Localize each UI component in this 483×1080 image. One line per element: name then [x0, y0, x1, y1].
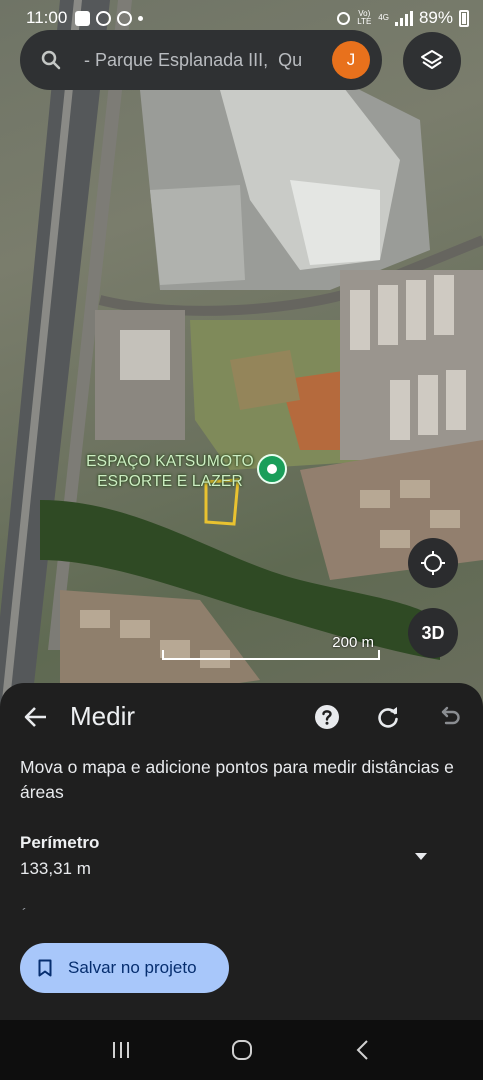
alarm-icon [337, 11, 351, 25]
back-button[interactable] [348, 1035, 378, 1065]
redo-button[interactable] [374, 703, 402, 731]
back-arrow-icon[interactable] [22, 703, 50, 731]
scroll-indicator: ´ [22, 905, 27, 921]
sheet-title: Medir [70, 701, 136, 731]
help-button[interactable] [313, 703, 341, 731]
system-nav-bar [0, 1020, 483, 1080]
scale-bar: 200 m [162, 634, 380, 662]
avatar[interactable]: J [332, 41, 370, 79]
crosshair-icon [421, 551, 445, 575]
my-location-button[interactable] [408, 538, 458, 588]
measure-sheet: Medir Mova o mapa e adicione pontos para… [0, 683, 483, 1020]
signal-icon [394, 10, 413, 26]
bookmark-icon [38, 959, 52, 977]
globe-icon [117, 10, 133, 26]
battery-percent: 89% [418, 8, 453, 27]
satellite-map[interactable]: 11:00 Vo) LTE 4G 89% J ESPAÇ [0, 0, 483, 720]
perimeter-value: 133,31 m [20, 859, 91, 878]
layers-icon [421, 50, 443, 69]
layers-button[interactable] [403, 32, 461, 90]
home-icon [231, 1040, 252, 1060]
scale-label: 200 m [332, 634, 374, 651]
search-input[interactable] [84, 49, 324, 71]
place-label-line2: ESPORTE E LAZER [97, 473, 243, 490]
place-label-line1: ESPAÇO KATSUMOTO [86, 453, 254, 470]
notification-dot-icon [138, 15, 144, 21]
undo-icon [441, 706, 460, 725]
3d-button[interactable]: 3D [408, 608, 458, 658]
undo-button[interactable] [435, 703, 463, 731]
back-icon [356, 1040, 368, 1060]
place-label[interactable]: ESPAÇO KATSUMOTO ESPORTE E LAZER [70, 452, 270, 492]
perimeter-label: Perímetro [20, 833, 100, 852]
scale-line [162, 650, 380, 660]
recents-button[interactable] [106, 1035, 136, 1065]
chrome-icon [96, 10, 112, 26]
search-bar[interactable]: J [20, 30, 382, 90]
place-pin-icon[interactable] [257, 454, 287, 484]
measure-instructions: Mova o mapa e adicione pontos para medir… [20, 757, 454, 802]
volte-indicator: Vo) LTE [357, 9, 372, 26]
map-imagery [0, 0, 483, 720]
chevron-down-icon[interactable] [408, 843, 434, 869]
status-time: 11:00 [26, 8, 68, 27]
battery-icon [459, 9, 469, 27]
redo-icon [378, 707, 398, 728]
gallery-icon [75, 10, 91, 26]
search-icon[interactable] [40, 49, 62, 71]
sheet-header: Medir [0, 683, 483, 753]
home-button[interactable] [227, 1035, 257, 1065]
network-type: 4G [378, 13, 389, 22]
save-to-project-button[interactable]: Salvar no projeto [20, 943, 229, 993]
save-button-label: Salvar no projeto [68, 958, 197, 977]
help-icon [315, 705, 339, 729]
recents-icon [112, 1042, 129, 1058]
